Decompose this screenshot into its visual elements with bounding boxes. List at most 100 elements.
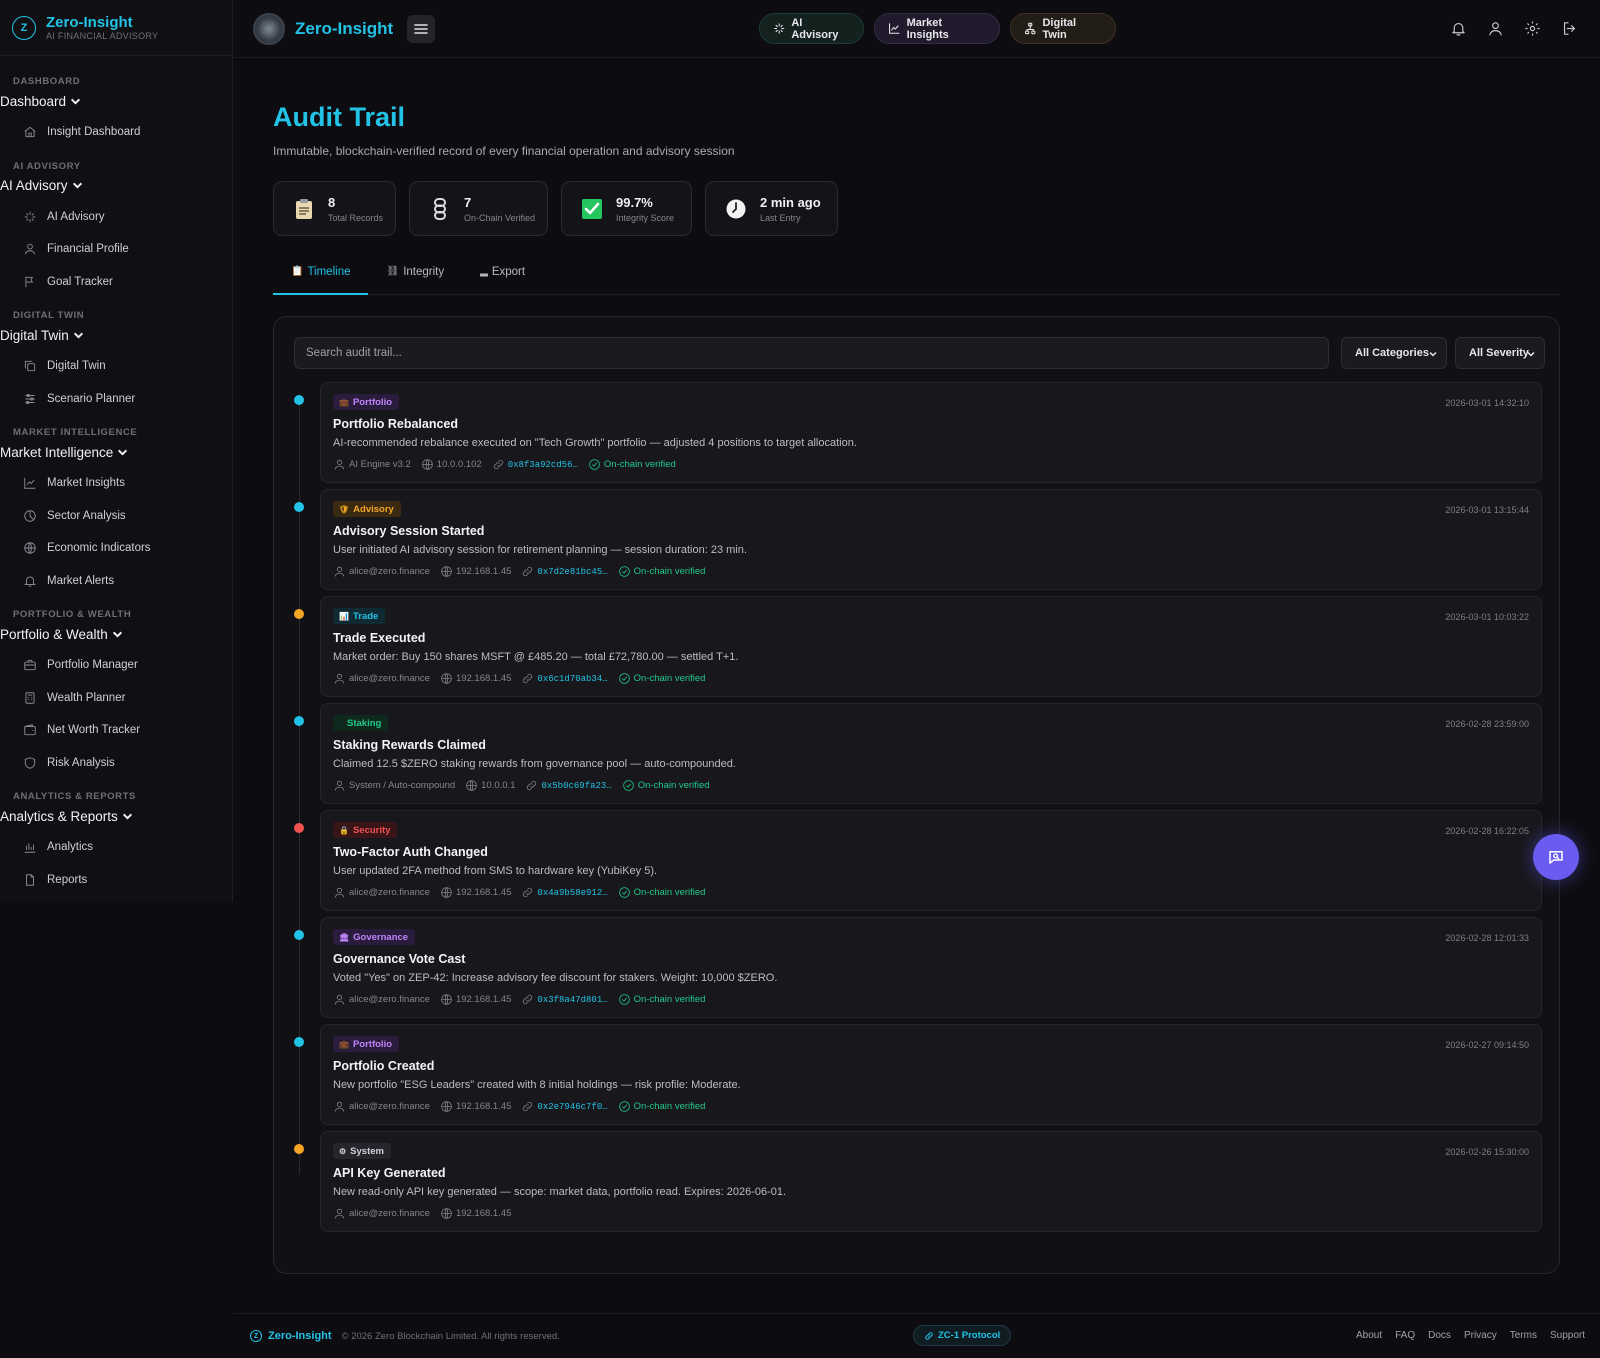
- sidebar-item[interactable]: Goal Tracker: [0, 266, 232, 299]
- sidebar-item[interactable]: Digital Twin: [0, 350, 232, 383]
- section-toggle[interactable]: Portfolio & Wealth: [0, 623, 232, 645]
- globe-icon: [441, 566, 452, 577]
- meta-hash[interactable]: 0x2e7946c7f0…: [521, 1100, 608, 1113]
- tx-hash-link[interactable]: 0x4a9b58e912…: [537, 888, 607, 898]
- sidebar-item[interactable]: Sector Analysis: [0, 500, 232, 533]
- footer-link[interactable]: FAQ: [1395, 1330, 1415, 1341]
- settings-gear-icon[interactable]: [1524, 20, 1541, 37]
- home-icon: [24, 126, 36, 138]
- audit-entry: Staking 2026-02-28 23:59:00 Staking Reward…: [294, 703, 1542, 805]
- notifications-bell-icon[interactable]: [1450, 20, 1467, 37]
- tx-hash-link[interactable]: 0x6c1d70ab34…: [537, 674, 607, 684]
- section-toggle[interactable]: Analytics & Reports: [0, 805, 232, 827]
- sidebar-item[interactable]: Scenario Planner: [0, 383, 232, 416]
- tab-export[interactable]: ▂ Export: [462, 258, 543, 295]
- footer-links: About FAQ Docs Privacy Terms Support: [1356, 1330, 1585, 1341]
- clipboard-icon: [292, 197, 316, 221]
- meta-hash[interactable]: 0x7d2e81bc45…: [521, 565, 608, 578]
- meta-hash[interactable]: 0x6c1d70ab34…: [521, 672, 608, 685]
- footer-brand[interactable]: Zero-Insight: [268, 1330, 332, 1342]
- sidebar-item[interactable]: AI Advisory: [0, 201, 232, 234]
- badge-label: System: [350, 1145, 384, 1157]
- footer-link[interactable]: Privacy: [1464, 1330, 1497, 1341]
- sidebar-item[interactable]: Economic Indicators: [0, 532, 232, 565]
- market-insights-pill-button[interactable]: Market Insights: [874, 13, 1000, 44]
- bank-icon: 🏛: [339, 932, 350, 942]
- tab-label: Integrity: [403, 266, 445, 278]
- audit-entry-card[interactable]: ⚙ System 2026-02-26 15:30:00 API Key Genera…: [320, 1131, 1542, 1232]
- sidebar-item[interactable]: Market Insights: [0, 467, 232, 500]
- meta-hash[interactable]: 0x3f8a47d801…: [521, 993, 608, 1006]
- section-title: Digital Twin: [0, 327, 69, 343]
- category-select[interactable]: All Categories: [1341, 337, 1447, 369]
- topbar-brand-name[interactable]: Zero-Insight: [295, 19, 393, 39]
- globe-icon: [422, 459, 433, 470]
- sidebar-item[interactable]: Insight Dashboard: [0, 116, 232, 149]
- section-toggle[interactable]: Market Intelligence: [0, 441, 232, 463]
- audit-entry-card[interactable]: 💼 Portfolio 2026-02-27 09:14:50 Portfolio C…: [320, 1024, 1542, 1125]
- timeline-dot: [294, 716, 304, 726]
- digital-twin-pill-button[interactable]: Digital Twin: [1010, 13, 1116, 44]
- sidebar-item[interactable]: Risk Analysis: [0, 747, 232, 780]
- tx-hash-link[interactable]: 0x5b0c69fa23…: [541, 781, 611, 791]
- audit-entry-card[interactable]: 🛡 Advisory 2026-03-01 13:15:44 Advisory Ses…: [320, 489, 1542, 590]
- tx-hash-link[interactable]: 0x3f8a47d801…: [537, 995, 607, 1005]
- audit-entry-card[interactable]: 💼 Portfolio 2026-03-01 14:32:10 Portfolio R…: [320, 382, 1542, 483]
- sidebar-item[interactable]: Financial Profile: [0, 233, 232, 266]
- ip-text: 192.168.1.45: [455, 673, 512, 684]
- tx-hash-link[interactable]: 0x8f3a92cd56…: [508, 460, 578, 470]
- meta-hash[interactable]: 0x5b0c69fa23…: [525, 779, 612, 792]
- sidebar-item[interactable]: Reports: [0, 864, 232, 897]
- audit-entry-card[interactable]: 🔒 Security 2026-02-28 16:22:05 Two-Factor A…: [320, 810, 1542, 911]
- section-toggle[interactable]: Dashboard: [0, 90, 232, 112]
- sidebar-brand[interactable]: Z Zero-Insight AI FINANCIAL ADVISORY: [0, 0, 232, 56]
- entry-timestamp: 2026-03-01 14:32:10: [1445, 398, 1529, 408]
- link-icon: [523, 887, 533, 898]
- ai-advisory-pill-button[interactable]: AI Advisory: [759, 13, 864, 44]
- chat-assistant-button[interactable]: [1533, 834, 1579, 880]
- clipboard-icon: 📋: [291, 266, 304, 277]
- pie-icon: [24, 510, 36, 522]
- audit-entry-card[interactable]: 🏛 Governance 2026-02-28 12:01:33 Governance…: [320, 917, 1542, 1018]
- meta-ip: 192.168.1.45: [440, 1100, 511, 1113]
- audit-entry-card[interactable]: 📊 Trade 2026-03-01 10:03:22 Trade Executed M…: [320, 596, 1542, 697]
- ip-text: 10.0.0.102: [436, 459, 482, 470]
- section-toggle[interactable]: Digital Twin: [0, 324, 232, 346]
- meta-hash[interactable]: 0x4a9b58e912…: [521, 886, 608, 899]
- meta-verified: On-chain verified: [588, 458, 676, 471]
- footer-link[interactable]: Docs: [1428, 1330, 1451, 1341]
- sidebar-item[interactable]: Market Alerts: [0, 565, 232, 598]
- bar-chart-icon: 📊: [339, 611, 349, 621]
- user-profile-icon[interactable]: [1487, 20, 1504, 37]
- section-toggle[interactable]: AI Advisory: [0, 175, 232, 197]
- menu-toggle-button[interactable]: [407, 14, 436, 43]
- meta-hash[interactable]: 0x8f3a92cd56…: [492, 458, 578, 471]
- sidebar-item[interactable]: Wealth Planner: [0, 682, 232, 715]
- badge-label: Trade: [352, 610, 379, 622]
- tab-label: Export: [491, 266, 526, 278]
- protocol-badge[interactable]: ZC-1 Protocol: [913, 1325, 1012, 1346]
- footer-link[interactable]: Terms: [1510, 1330, 1537, 1341]
- severity-select[interactable]: All Severity: [1455, 337, 1545, 369]
- section-label: PORTFOLIO & WEALTH: [13, 609, 132, 620]
- sidebar-item[interactable]: Net Worth Tracker: [0, 714, 232, 747]
- footer-link[interactable]: Support: [1550, 1330, 1585, 1341]
- user-icon: [334, 566, 345, 577]
- footer-link[interactable]: About: [1356, 1330, 1382, 1341]
- logout-icon[interactable]: [1561, 20, 1578, 37]
- meta-verified: On-chain verified: [618, 886, 705, 899]
- tab-timeline[interactable]: 📋 Timeline: [273, 258, 369, 295]
- meta-ip: 192.168.1.45: [440, 886, 511, 899]
- sidebar-item[interactable]: Portfolio Manager: [0, 649, 232, 682]
- sidebar-item[interactable]: Analytics: [0, 831, 232, 864]
- chevron-down-icon: [122, 813, 132, 820]
- brain-logo-icon[interactable]: [253, 12, 285, 45]
- audit-search-input[interactable]: [294, 337, 1329, 369]
- verified-text: On-chain verified: [633, 994, 706, 1005]
- sidebar-section: DASHBOARD Dashboard Insight Dashboard: [0, 76, 232, 149]
- tx-hash-link[interactable]: 0x7d2e81bc45…: [537, 567, 607, 577]
- audit-panel: All Categories All Severity 💼Portfolio20…: [273, 316, 1560, 1274]
- audit-entry-card[interactable]: Staking 2026-02-28 23:59:00 Staking Reward…: [320, 703, 1542, 804]
- tx-hash-link[interactable]: 0x2e7946c7f0…: [537, 1102, 607, 1112]
- tab-integrity[interactable]: ⛓ Integrity: [368, 258, 462, 295]
